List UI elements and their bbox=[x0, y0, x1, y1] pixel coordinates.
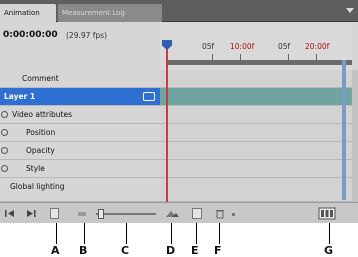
layer-track[interactable] bbox=[160, 142, 352, 159]
timeline-ruler[interactable]: 05f 10:00f 05f 20:00f bbox=[160, 22, 352, 70]
callout-label-f: F bbox=[214, 244, 222, 257]
convert-to-frame-animation-button[interactable] bbox=[50, 208, 59, 219]
callout-label-d: D bbox=[166, 244, 176, 257]
ruler-label: 05f bbox=[278, 42, 291, 51]
layer-row-layer-1[interactable]: Layer 1 bbox=[0, 88, 358, 106]
ruler-label: 10:00f bbox=[230, 42, 255, 51]
timeline-toolbar bbox=[0, 202, 358, 223]
callout-label-b: B bbox=[79, 244, 88, 257]
frame-rate-label: (29.97 fps) bbox=[66, 31, 108, 40]
work-area-bar[interactable] bbox=[168, 60, 352, 65]
panel-tab-bar: Animation Measurement Log bbox=[0, 0, 358, 22]
delete-keyframe-icon[interactable] bbox=[215, 208, 225, 219]
callout-line-f bbox=[219, 223, 220, 244]
layer-track[interactable] bbox=[160, 160, 352, 177]
layer-label: Opacity bbox=[26, 146, 55, 155]
layer-label: Global lighting bbox=[10, 182, 65, 191]
layer-row-comment[interactable]: Comment bbox=[0, 70, 358, 88]
callout-label-c: C bbox=[121, 244, 130, 257]
callout-label-a: A bbox=[51, 244, 60, 257]
layer-row-video-attributes[interactable]: Video attributes bbox=[0, 106, 358, 124]
layer-label: Style bbox=[26, 164, 45, 173]
callout-line-g bbox=[329, 223, 330, 244]
callout-label-e: E bbox=[191, 244, 199, 257]
layer-track[interactable] bbox=[160, 70, 352, 87]
current-time-display[interactable]: 0:00:00:00 bbox=[3, 30, 58, 40]
layer-label: Comment bbox=[22, 74, 59, 83]
toggle-onion-skin-button[interactable] bbox=[192, 208, 202, 219]
layer-row-style[interactable]: Style bbox=[0, 160, 358, 178]
stopwatch-icon[interactable] bbox=[1, 129, 8, 136]
frame-animation-icon[interactable] bbox=[318, 207, 336, 220]
callout-line-a bbox=[56, 223, 57, 244]
zoom-slider-thumb[interactable] bbox=[98, 209, 104, 219]
zoom-out-icon[interactable] bbox=[78, 212, 86, 216]
ruler-label: 05f bbox=[202, 42, 215, 51]
layer-row-global-lighting[interactable]: Global lighting bbox=[0, 178, 358, 202]
layer-track[interactable] bbox=[160, 124, 352, 141]
stopwatch-icon[interactable] bbox=[1, 111, 8, 118]
layer-track[interactable] bbox=[160, 106, 352, 123]
layer-label: Position bbox=[26, 128, 56, 137]
zoom-in-icon[interactable] bbox=[164, 209, 180, 219]
tab-animation[interactable]: Animation bbox=[0, 4, 56, 22]
callout-line-c bbox=[126, 223, 127, 244]
previous-frame-icon[interactable] bbox=[4, 208, 16, 219]
layer-label: Video attributes bbox=[12, 110, 73, 119]
callout-label-g: G bbox=[324, 244, 334, 257]
layer-track[interactable] bbox=[160, 178, 352, 201]
ruler-label: 20:00f bbox=[305, 42, 330, 51]
vertical-scrollbar[interactable] bbox=[352, 70, 358, 202]
layer-track[interactable] bbox=[160, 88, 352, 105]
zoom-slider-track[interactable] bbox=[96, 213, 156, 215]
tab-measurement-log[interactable]: Measurement Log bbox=[58, 4, 162, 22]
separator-dot bbox=[232, 213, 235, 216]
layer-row-opacity[interactable]: Opacity bbox=[0, 142, 358, 160]
callout-line-b bbox=[84, 223, 85, 244]
panel-menu-icon[interactable] bbox=[345, 6, 355, 16]
layer-row-position[interactable]: Position bbox=[0, 124, 358, 142]
stopwatch-icon[interactable] bbox=[1, 165, 8, 172]
animation-panel: Animation Measurement Log 0:00:00:00 (29… bbox=[0, 0, 358, 223]
end-marker[interactable] bbox=[342, 60, 346, 200]
stopwatch-icon[interactable] bbox=[1, 147, 8, 154]
layer-label: Layer 1 bbox=[4, 92, 36, 101]
callout-line-e bbox=[196, 223, 197, 244]
play-icon[interactable] bbox=[24, 208, 38, 219]
current-time-indicator[interactable] bbox=[166, 46, 168, 204]
layer-visibility-icon[interactable] bbox=[143, 92, 155, 101]
callout-line-d bbox=[171, 223, 172, 244]
